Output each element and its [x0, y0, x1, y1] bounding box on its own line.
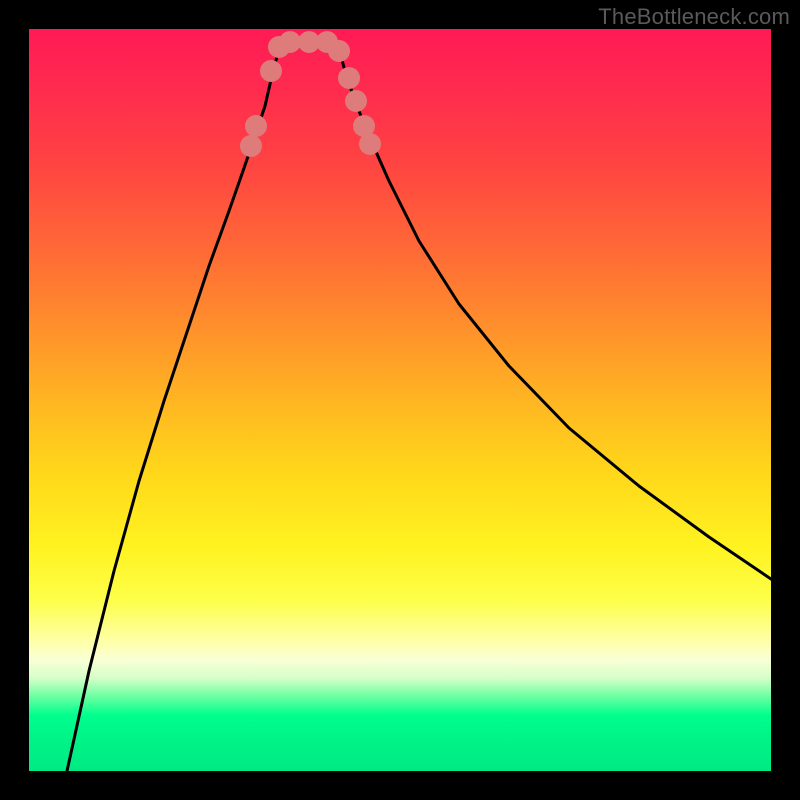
curve-overlay	[29, 29, 771, 771]
chart-frame: TheBottleneck.com	[0, 0, 800, 800]
marker-11	[359, 133, 381, 155]
marker-4	[279, 31, 301, 53]
plot-area	[29, 29, 771, 771]
marker-9	[345, 90, 367, 112]
curve-markers	[240, 31, 381, 157]
marker-7	[328, 40, 350, 62]
marker-2	[260, 60, 282, 82]
marker-0	[240, 135, 262, 157]
series-right-branch	[337, 42, 771, 579]
marker-8	[338, 67, 360, 89]
marker-1	[245, 115, 267, 137]
watermark-text: TheBottleneck.com	[598, 4, 790, 30]
curve-paths	[67, 42, 771, 771]
